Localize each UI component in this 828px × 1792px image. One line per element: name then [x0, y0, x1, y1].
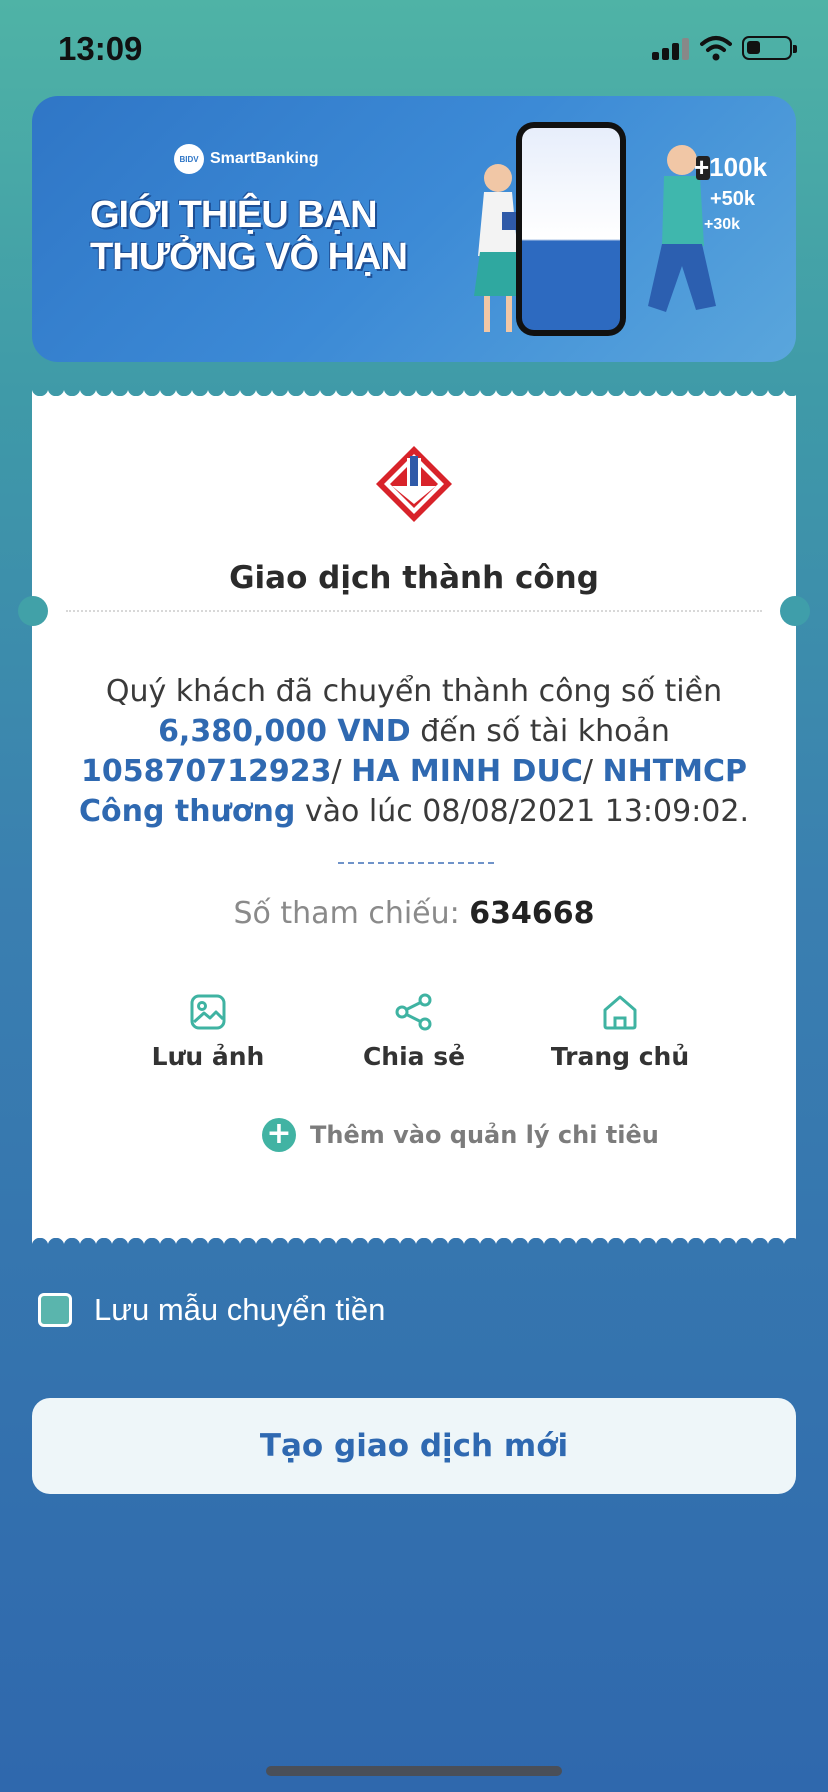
save-transfer-template[interactable]: Lưu mẫu chuyển tiền — [38, 1292, 385, 1328]
vietinbank-logo-icon — [376, 446, 452, 522]
receipt-notch-left — [18, 596, 48, 626]
message-prefix: Quý khách đã chuyển thành công số tiền — [105, 674, 723, 709]
bidv-logo-icon: BIDV — [174, 144, 204, 174]
banner-headline: GIỚI THIỆU BẠN THƯỞNG VÔ HẠN — [90, 194, 408, 278]
promo-banner[interactable]: BIDV SmartBanking GIỚI THIỆU BẠN THƯỞNG … — [32, 96, 796, 362]
home-button[interactable]: Trang chủ — [530, 992, 710, 1071]
receipt-notch-right — [780, 596, 810, 626]
share-label: Chia sẻ — [362, 1042, 466, 1071]
clock: 13:09 — [58, 30, 143, 67]
bonus-100k: +100k — [694, 152, 768, 182]
receipt-edge-bottom — [32, 1230, 796, 1246]
save-image-label: Lưu ảnh — [151, 1042, 265, 1071]
dotted-divider — [66, 610, 762, 612]
recipient-name: HA MINH DUC — [351, 754, 583, 789]
separator: / — [582, 754, 603, 789]
wifi-icon — [700, 36, 732, 61]
share-button[interactable]: Chia sẻ — [324, 992, 504, 1071]
reference-value: 634668 — [469, 896, 595, 931]
save-template-label: Lưu mẫu chuyển tiền — [94, 1292, 386, 1327]
share-icon — [395, 993, 432, 1031]
home-indicator[interactable] — [266, 1766, 562, 1776]
add-expense-label: Thêm vào quản lý chi tiêu — [310, 1121, 659, 1149]
brand-name: SmartBanking — [210, 150, 319, 167]
bank-name-line-1: NHTMCP — [602, 754, 748, 789]
new-transaction-button[interactable]: Tạo giao dịch mới — [32, 1398, 796, 1494]
transfer-amount: 6,380,000 VND — [158, 714, 411, 749]
transaction-status-title: Giao dịch thành công — [229, 560, 599, 596]
separator: / — [331, 754, 352, 789]
phone-illustration — [516, 122, 626, 336]
add-to-expense-manager-button[interactable]: + Thêm vào quản lý chi tiêu — [262, 1118, 659, 1152]
home-label: Trang chủ — [550, 1042, 690, 1071]
image-icon — [190, 994, 226, 1030]
account-number: 105870712923 — [80, 754, 332, 789]
brand-logo: BIDV SmartBanking — [174, 144, 318, 174]
battery-icon — [742, 36, 797, 60]
message-to: đến số tài khoản — [410, 714, 670, 749]
transfer-time: vào lúc 08/08/2021 13:09:02. — [295, 794, 750, 829]
home-icon — [603, 995, 637, 1030]
headline-line-2: THƯỞNG VÔ HẠN — [90, 236, 408, 278]
save-template-checkbox[interactable] — [38, 1293, 72, 1327]
cellular-signal-icon — [652, 38, 690, 60]
short-dashed-divider — [338, 862, 494, 864]
plus-circle-icon: + — [262, 1118, 296, 1152]
status-bar: 13:09 — [0, 0, 828, 96]
bonus-30k: +30k — [704, 216, 741, 233]
bank-name-line-2: Công thương — [78, 794, 296, 829]
headline-line-1: GIỚI THIỆU BẠN — [90, 194, 378, 236]
reference-number: Số tham chiếu: 634668 — [32, 896, 796, 931]
reference-label: Số tham chiếu: — [233, 896, 470, 931]
bonus-50k: +50k — [710, 188, 756, 210]
transfer-message: Quý khách đã chuyển thành công số tiền 6… — [72, 672, 756, 832]
receipt-actions: Lưu ảnh Chia sẻ Trang chủ — [100, 992, 728, 1088]
save-image-button[interactable]: Lưu ảnh — [118, 992, 298, 1071]
